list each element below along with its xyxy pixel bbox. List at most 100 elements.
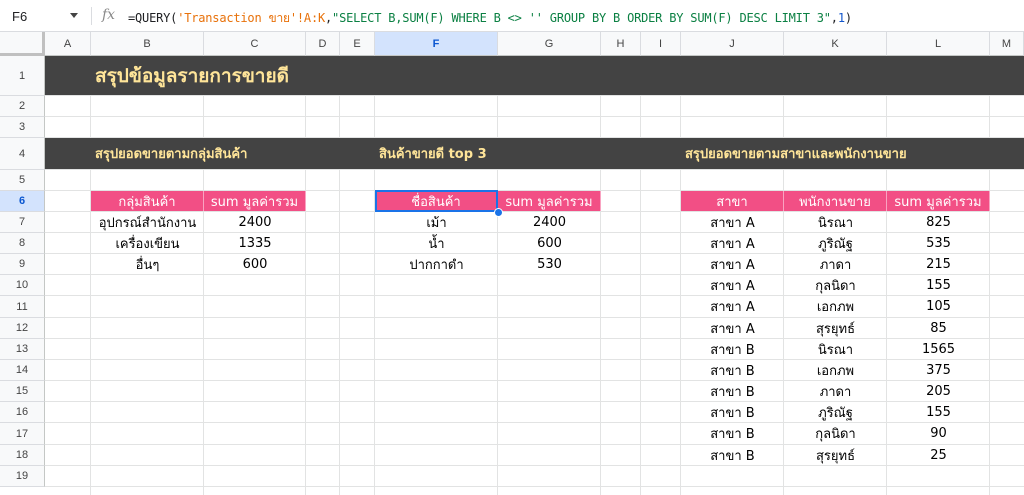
gridline-vertical xyxy=(374,56,375,495)
table-cell[interactable]: 25 xyxy=(887,445,990,465)
column-header-c[interactable]: C xyxy=(204,32,306,56)
table-cell[interactable]: เอกภพ xyxy=(784,296,887,317)
table-cell[interactable]: สาขา B xyxy=(681,360,784,380)
gridline-horizontal xyxy=(45,465,1024,466)
row-header-1[interactable]: 1 xyxy=(0,56,45,96)
row-header-10[interactable]: 10 xyxy=(0,275,45,296)
column-header-a[interactable]: A xyxy=(45,32,91,56)
table-cell[interactable]: เครื่องเขียน xyxy=(91,233,204,253)
table-cell[interactable]: ภาดา xyxy=(784,381,887,401)
column-header-k[interactable]: K xyxy=(784,32,887,56)
table-cell[interactable]: เอกภพ xyxy=(784,360,887,380)
table-cell[interactable]: 205 xyxy=(887,381,990,401)
table-cell[interactable]: 530 xyxy=(498,254,601,274)
table-cell[interactable]: สาขา A xyxy=(681,296,784,317)
select-all-corner[interactable] xyxy=(0,32,45,56)
active-cell-selection[interactable] xyxy=(375,190,498,212)
gridline-horizontal xyxy=(45,486,1024,487)
row-header-4[interactable]: 4 xyxy=(0,138,45,170)
table-cell[interactable]: สาขา B xyxy=(681,402,784,422)
column-header-d[interactable]: D xyxy=(306,32,340,56)
table-cell[interactable]: ภาดา xyxy=(784,254,887,274)
table-cell[interactable]: 155 xyxy=(887,275,990,295)
section-title-category: สรุปยอดขายตามกลุ่มสินค้า xyxy=(95,147,248,162)
table-cell[interactable]: ภูริณัฐ xyxy=(784,402,887,422)
row-header-16[interactable]: 16 xyxy=(0,402,45,423)
table-cell[interactable]: สุรยุทธ์ xyxy=(784,318,887,338)
formula-input[interactable]: =QUERY('Transaction ขาย'!A:K,"SELECT B,S… xyxy=(128,9,852,28)
table-cell[interactable]: อุปกรณ์สำนักงาน xyxy=(91,212,204,232)
table-header-cell[interactable]: พนักงานขาย xyxy=(784,191,887,211)
formula-bar: F6 fx =QUERY('Transaction ขาย'!A:K,"SELE… xyxy=(0,0,1024,32)
formula-query-string: "SELECT B,SUM(F) WHERE B <> '' GROUP BY … xyxy=(332,11,831,25)
table-header-cell[interactable]: สาขา xyxy=(681,191,784,211)
row-header-11[interactable]: 11 xyxy=(0,296,45,318)
gridline-horizontal xyxy=(45,95,1024,96)
table-header-cell[interactable]: กลุ่มสินค้า xyxy=(91,191,204,211)
row-header-19[interactable]: 19 xyxy=(0,466,45,487)
table-cell[interactable]: นิรณา xyxy=(784,339,887,359)
table-cell[interactable]: ภูริณัฐ xyxy=(784,233,887,253)
table-cell[interactable]: สาขา A xyxy=(681,275,784,295)
column-header-g[interactable]: G xyxy=(498,32,601,56)
table-cell[interactable]: สาขา A xyxy=(681,212,784,232)
table-cell[interactable]: กุลนิดา xyxy=(784,275,887,295)
table-cell[interactable]: กุลนิดา xyxy=(784,423,887,444)
table-cell[interactable]: สาขา A xyxy=(681,254,784,274)
table-cell[interactable]: 105 xyxy=(887,296,990,317)
table-header-cell[interactable]: sum มูลค่ารวม xyxy=(204,191,306,211)
table-cell[interactable]: สาขา B xyxy=(681,339,784,359)
table-cell[interactable]: อื่นๆ xyxy=(91,254,204,274)
column-header-h[interactable]: H xyxy=(601,32,641,56)
row-header-6[interactable]: 6 xyxy=(0,191,45,212)
table-cell[interactable]: สาขา B xyxy=(681,381,784,401)
table-cell[interactable]: 600 xyxy=(204,254,306,274)
row-header-18[interactable]: 18 xyxy=(0,445,45,466)
table-cell[interactable]: 1565 xyxy=(887,339,990,359)
table-cell[interactable]: 215 xyxy=(887,254,990,274)
table-cell[interactable]: 85 xyxy=(887,318,990,338)
table-cell[interactable]: สาขา B xyxy=(681,423,784,444)
row-header-12[interactable]: 12 xyxy=(0,318,45,339)
column-header-m[interactable]: M xyxy=(990,32,1024,56)
table-cell[interactable]: 535 xyxy=(887,233,990,253)
row-header-7[interactable]: 7 xyxy=(0,212,45,233)
column-header-f[interactable]: F xyxy=(375,32,498,56)
table-cell[interactable]: น้ำ xyxy=(375,233,498,253)
table-cell[interactable]: สาขา B xyxy=(681,445,784,465)
column-header-i[interactable]: I xyxy=(641,32,681,56)
row-header-17[interactable]: 17 xyxy=(0,423,45,445)
table-cell[interactable]: 155 xyxy=(887,402,990,422)
table-cell[interactable]: นิรณา xyxy=(784,212,887,232)
table-cell[interactable]: ปากกาดำ xyxy=(375,254,498,274)
table-cell[interactable]: เม้า xyxy=(375,212,498,232)
table-header-cell[interactable]: sum มูลค่ารวม xyxy=(498,191,601,211)
fx-icon: fx xyxy=(102,7,116,23)
section-title-branch: สรุปยอดขายตามสาขาและพนักงานขาย xyxy=(685,147,907,162)
row-header-15[interactable]: 15 xyxy=(0,381,45,402)
table-cell[interactable]: สุรยุทธ์ xyxy=(784,445,887,465)
table-cell[interactable]: สาขา A xyxy=(681,318,784,338)
column-header-b[interactable]: B xyxy=(91,32,204,56)
table-cell[interactable]: 375 xyxy=(887,360,990,380)
table-header-cell[interactable]: sum มูลค่ารวม xyxy=(887,191,990,211)
chevron-down-icon[interactable] xyxy=(70,13,78,18)
table-cell[interactable]: 600 xyxy=(498,233,601,253)
row-header-5[interactable]: 5 xyxy=(0,170,45,191)
column-header-l[interactable]: L xyxy=(887,32,990,56)
row-header-3[interactable]: 3 xyxy=(0,117,45,138)
table-cell[interactable]: สาขา A xyxy=(681,233,784,253)
fill-handle[interactable] xyxy=(494,208,503,217)
table-cell[interactable]: 1335 xyxy=(204,233,306,253)
table-cell[interactable]: 2400 xyxy=(498,212,601,232)
row-header-14[interactable]: 14 xyxy=(0,360,45,381)
table-cell[interactable]: 90 xyxy=(887,423,990,444)
row-header-2[interactable]: 2 xyxy=(0,96,45,117)
table-cell[interactable]: 825 xyxy=(887,212,990,232)
column-header-j[interactable]: J xyxy=(681,32,784,56)
row-header-8[interactable]: 8 xyxy=(0,233,45,254)
row-header-13[interactable]: 13 xyxy=(0,339,45,360)
column-header-e[interactable]: E xyxy=(340,32,375,56)
table-cell[interactable]: 2400 xyxy=(204,212,306,232)
row-header-9[interactable]: 9 xyxy=(0,254,45,275)
